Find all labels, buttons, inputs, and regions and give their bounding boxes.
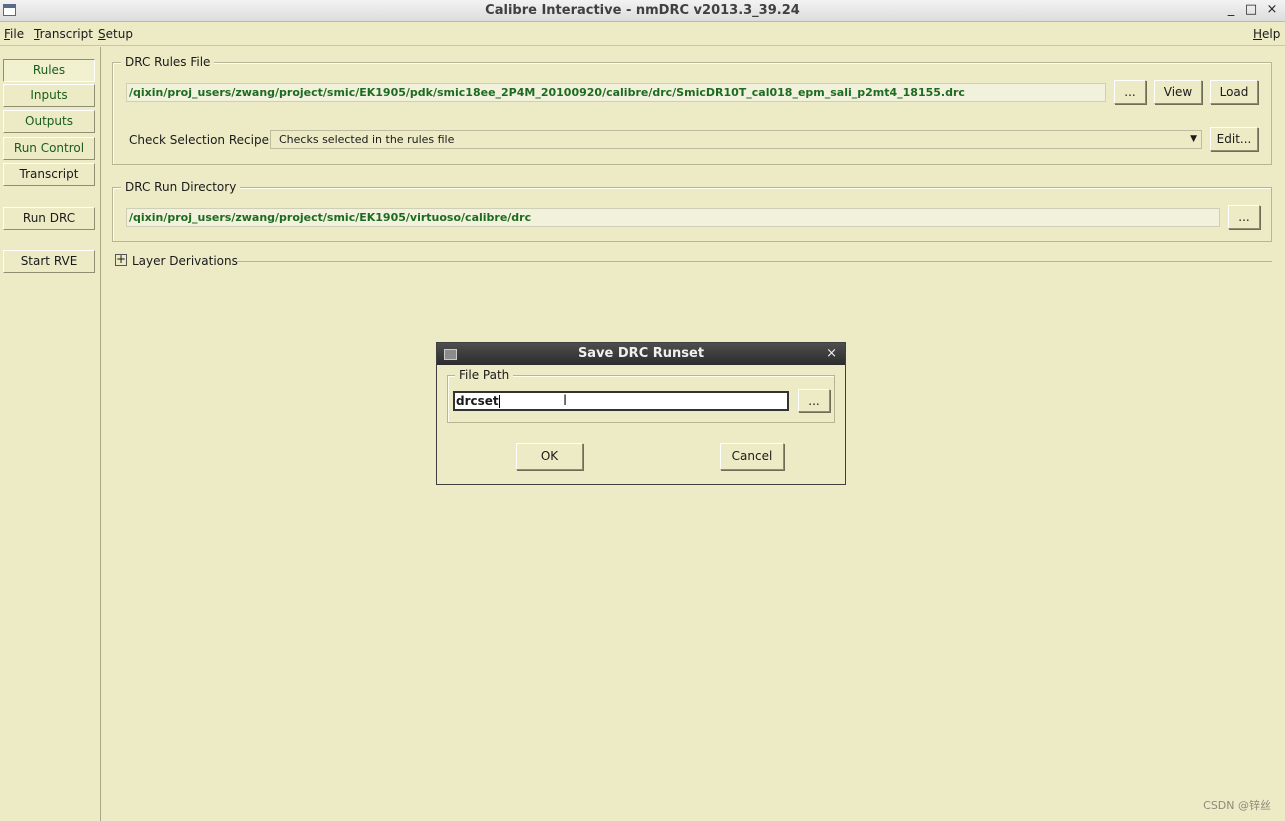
nav-run-control[interactable]: Run Control	[3, 137, 95, 160]
left-nav-panel: Rules Inputs Outputs Run Control Transcr…	[0, 47, 101, 821]
menu-help[interactable]: Help	[1253, 27, 1280, 41]
recipe-select-value: Checks selected in the rules file	[279, 133, 455, 146]
rules-file-browse-button[interactable]: ...	[1114, 80, 1146, 104]
runset-file-path-input[interactable]: drcset	[453, 391, 789, 411]
window-title: Calibre Interactive - nmDRC v2013.3_39.2…	[485, 3, 800, 18]
dialog-titlebar: Save DRC Runset ×	[437, 343, 845, 365]
nav-inputs[interactable]: Inputs	[3, 84, 95, 107]
nav-outputs[interactable]: Outputs	[3, 110, 95, 133]
dropdown-arrow-icon: ▼	[1190, 134, 1197, 144]
runset-file-path-value: drcset	[456, 394, 499, 408]
menu-file[interactable]: File	[4, 27, 24, 41]
dialog-close-icon[interactable]: ×	[826, 343, 837, 365]
run-directory-label: DRC Run Directory	[121, 180, 241, 194]
watermark: CSDN @锌丝	[1203, 799, 1271, 812]
close-window-icon[interactable]: ×	[1265, 2, 1279, 17]
save-runset-dialog: Save DRC Runset × File Path drcset I ...…	[436, 342, 846, 485]
ibeam-cursor-icon: I	[563, 393, 568, 409]
maximize-icon[interactable]: □	[1244, 2, 1258, 17]
view-button[interactable]: View	[1154, 80, 1202, 104]
rules-file-path-field[interactable]: /qixin/proj_users/zwang/project/smic/EK1…	[126, 83, 1106, 102]
minimize-icon[interactable]: _	[1224, 2, 1238, 17]
cancel-button[interactable]: Cancel	[720, 443, 784, 470]
start-rve-button[interactable]: Start RVE	[3, 250, 95, 273]
nav-rules[interactable]: Rules	[3, 59, 95, 82]
menubar: File Transcript Setup Help	[0, 22, 1285, 46]
file-path-label: File Path	[455, 368, 514, 382]
check-selection-recipe-label: Check Selection Recipe:	[129, 133, 273, 147]
layer-derivations-label[interactable]: Layer Derivations	[132, 254, 238, 268]
expand-plus-icon[interactable]: +	[115, 253, 127, 266]
nav-transcript[interactable]: Transcript	[3, 163, 95, 186]
text-caret	[498, 395, 500, 408]
dialog-window-icon[interactable]	[444, 349, 457, 360]
menu-transcript[interactable]: Transcript	[34, 27, 93, 41]
run-directory-browse-button[interactable]: ...	[1228, 205, 1260, 229]
layer-derivations-divider	[236, 261, 1272, 262]
menu-setup[interactable]: Setup	[98, 27, 133, 41]
dialog-title: Save DRC Runset	[577, 346, 705, 361]
load-button[interactable]: Load	[1210, 80, 1258, 104]
rules-file-group	[112, 62, 1272, 165]
run-directory-path-field[interactable]: /qixin/proj_users/zwang/project/smic/EK1…	[126, 208, 1220, 227]
runset-browse-button[interactable]: ...	[798, 389, 830, 412]
window-titlebar: Calibre Interactive - nmDRC v2013.3_39.2…	[0, 0, 1285, 22]
check-selection-recipe-select[interactable]: Checks selected in the rules file ▼	[270, 130, 1202, 149]
ok-button[interactable]: OK	[516, 443, 583, 470]
edit-recipe-button[interactable]: Edit...	[1210, 127, 1258, 151]
run-drc-button[interactable]: Run DRC	[3, 207, 95, 230]
rules-file-label: DRC Rules File	[121, 55, 215, 69]
